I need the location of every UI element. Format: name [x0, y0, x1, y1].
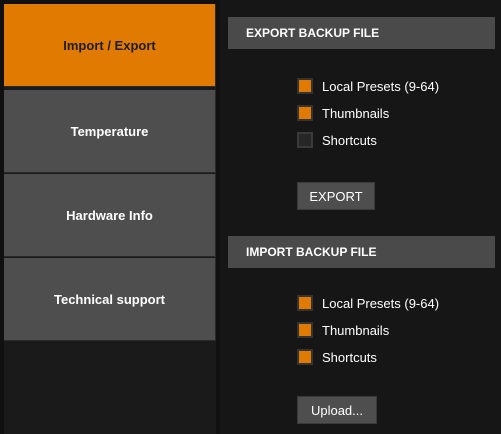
option-label: Local Presets (9-64) [322, 78, 440, 94]
sidebar-item-hardware-info[interactable]: Hardware Info [4, 174, 216, 257]
export-local-presets-checkbox[interactable] [297, 78, 313, 94]
export-option-local-presets[interactable]: Local Presets (9-64) [297, 78, 439, 94]
export-section-header: EXPORT BACKUP FILE [228, 17, 495, 49]
option-label: Thumbnails [322, 105, 390, 121]
option-label: Shortcuts [322, 349, 377, 365]
sidebar-item-label: Technical support [54, 291, 165, 307]
option-label: Shortcuts [322, 132, 377, 148]
export-thumbnails-checkbox[interactable] [297, 105, 313, 121]
main-panel: EXPORT BACKUP FILE Local Presets (9-64) … [220, 0, 501, 434]
sidebar-item-temperature[interactable]: Temperature [4, 90, 216, 173]
import-shortcuts-checkbox[interactable] [297, 349, 313, 365]
export-section-title: EXPORT BACKUP FILE [246, 26, 380, 40]
import-option-shortcuts[interactable]: Shortcuts [297, 349, 377, 365]
sidebar-item-technical-support[interactable]: Technical support [4, 258, 216, 341]
upload-button[interactable]: Upload... [297, 396, 377, 424]
export-button[interactable]: EXPORT [297, 182, 375, 210]
import-local-presets-checkbox[interactable] [297, 295, 313, 311]
import-thumbnails-checkbox[interactable] [297, 322, 313, 338]
sidebar-item-label: Import / Export [63, 37, 156, 53]
import-option-thumbnails[interactable]: Thumbnails [297, 322, 389, 338]
import-section-title: IMPORT BACKUP FILE [246, 245, 377, 259]
sidebar-item-label: Hardware Info [66, 207, 153, 223]
export-option-shortcuts[interactable]: Shortcuts [297, 132, 377, 148]
import-option-local-presets[interactable]: Local Presets (9-64) [297, 295, 439, 311]
import-section-header: IMPORT BACKUP FILE [228, 236, 495, 268]
export-shortcuts-checkbox[interactable] [297, 132, 313, 148]
sidebar-item-import-export[interactable]: Import / Export [4, 4, 216, 87]
sidebar-item-label: Temperature [70, 123, 149, 139]
sidebar-nav: Import / Export Temperature Hardware Inf… [4, 4, 216, 434]
export-option-thumbnails[interactable]: Thumbnails [297, 105, 389, 121]
option-label: Local Presets (9-64) [322, 295, 440, 311]
option-label: Thumbnails [322, 322, 390, 338]
